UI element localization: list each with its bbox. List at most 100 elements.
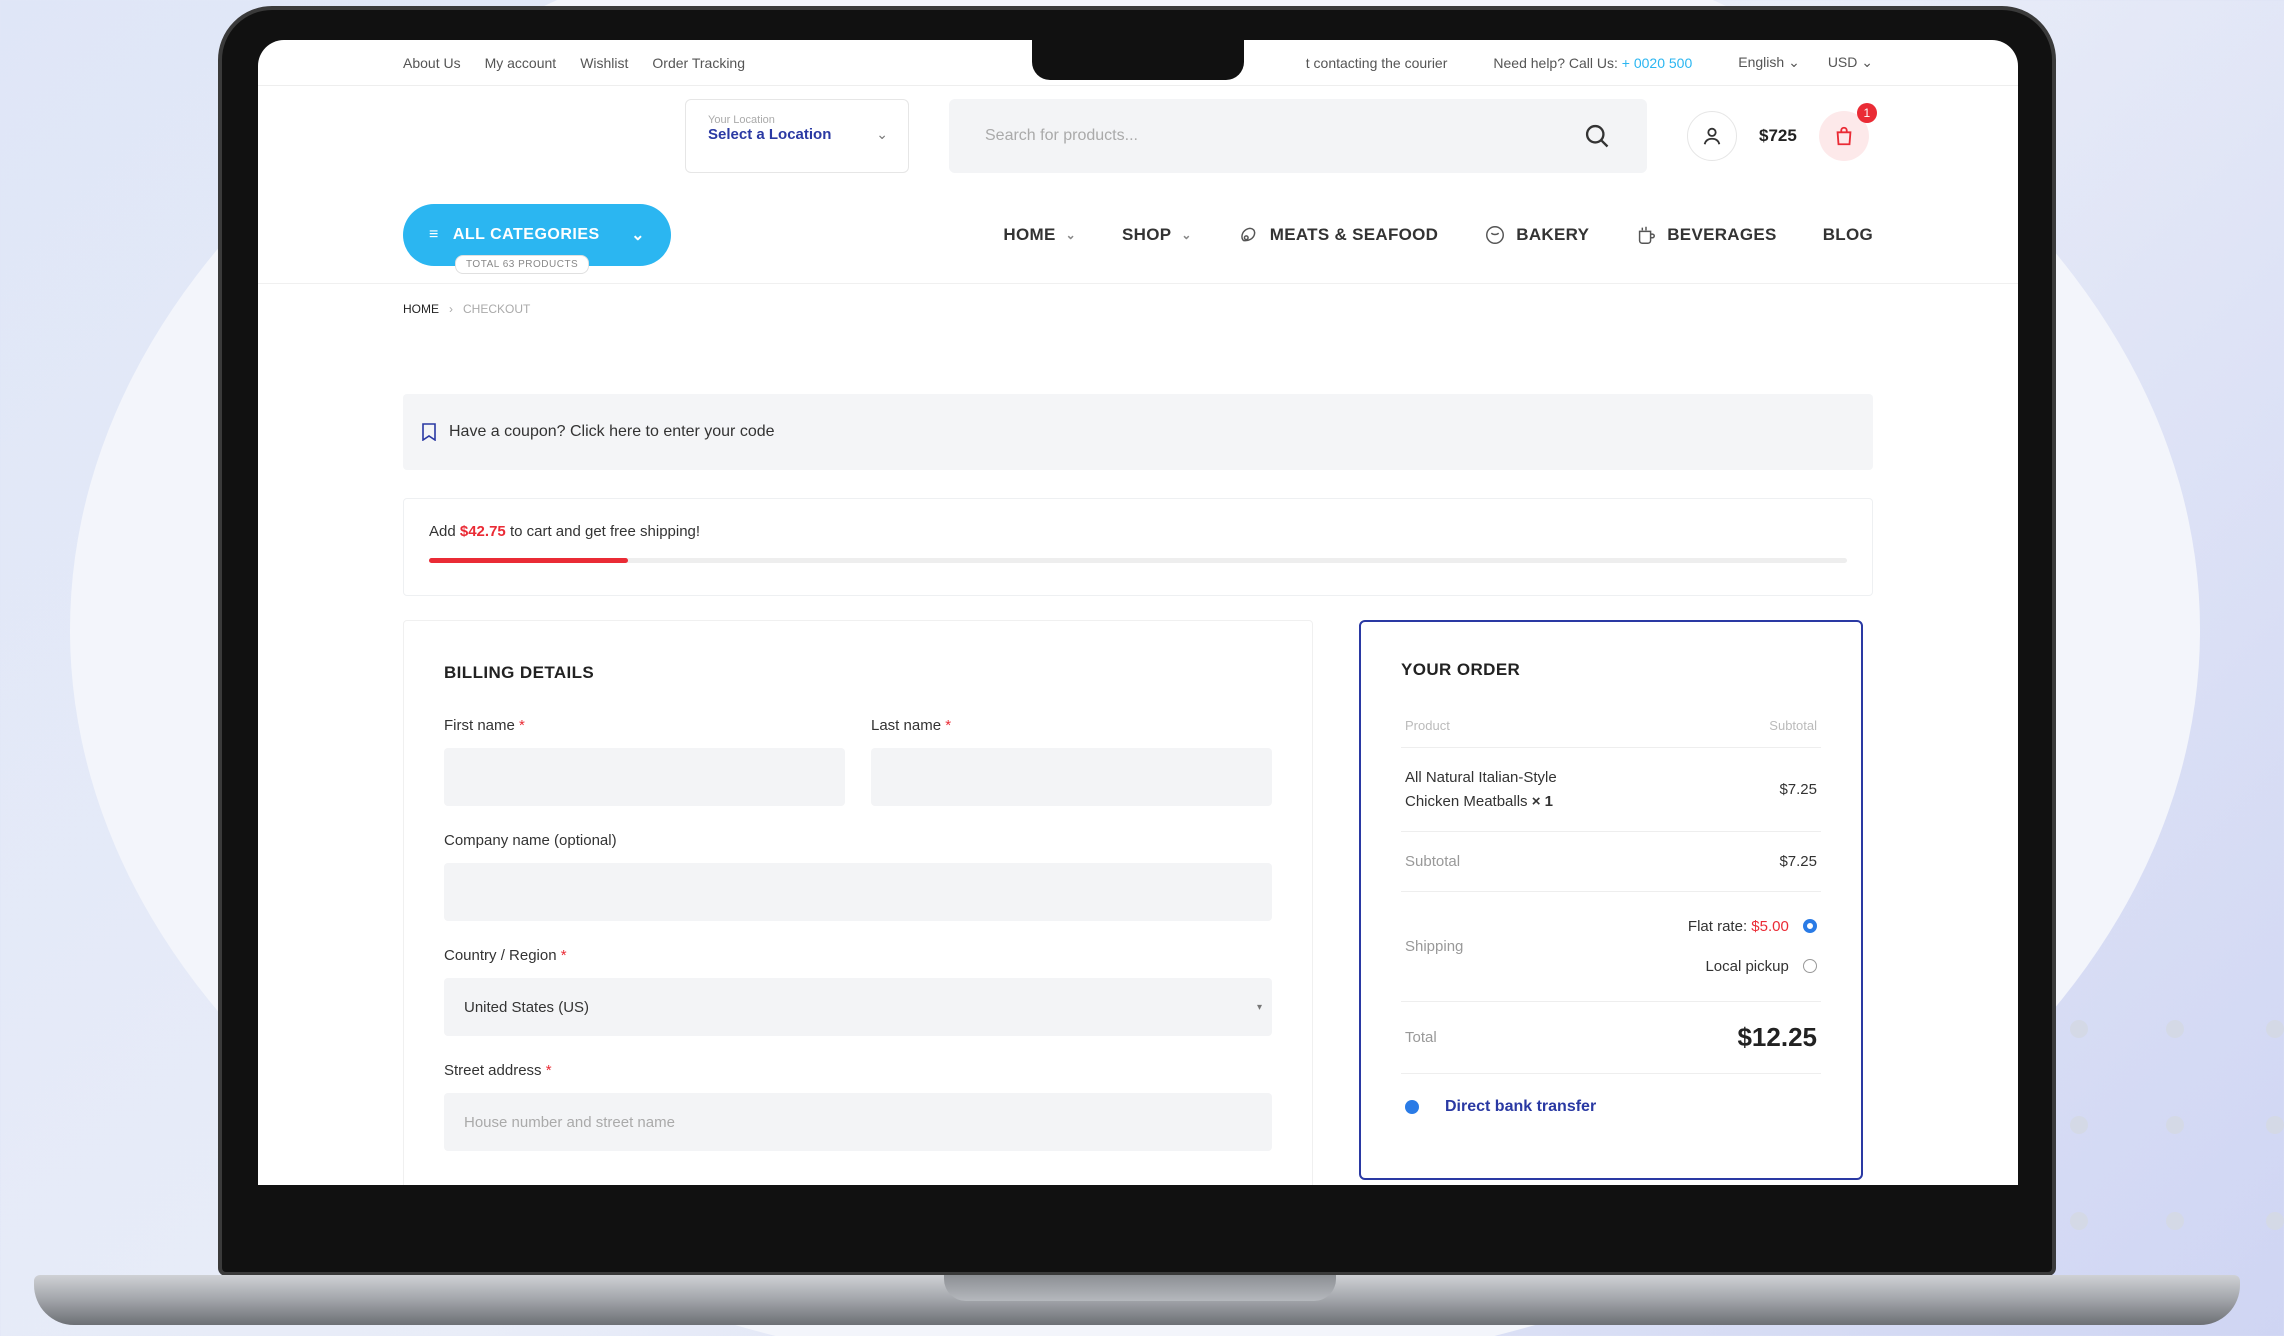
laptop-base-notch: [944, 1275, 1336, 1301]
nav-item-bakery[interactable]: BAKERY: [1484, 224, 1589, 246]
flat-rate-price: $5.00: [1751, 917, 1789, 935]
payment-option-bank-transfer[interactable]: Direct bank transfer: [1401, 1074, 1821, 1140]
last-name-label-text: Last name: [871, 717, 942, 734]
breadcrumb: HOME › CHECKOUT: [258, 284, 2018, 334]
street-placeholder: House number and street name: [464, 1113, 675, 1131]
laptop-screen: About Us My account Wishlist Order Track…: [258, 40, 2018, 1185]
street-address-field[interactable]: House number and street name: [444, 1093, 1272, 1151]
flat-rate-radio[interactable]: [1803, 918, 1817, 933]
nav-item-blog[interactable]: BLOG: [1823, 225, 1873, 245]
wishlist-link[interactable]: Wishlist: [580, 55, 628, 71]
breadcrumb-separator: ›: [449, 302, 453, 316]
shopping-bag-icon: [1836, 126, 1852, 146]
required-mark: *: [545, 1062, 552, 1079]
location-caption: Your Location: [708, 114, 775, 126]
nav-label: BAKERY: [1516, 224, 1590, 244]
first-name-group: First name *: [444, 717, 845, 806]
search-bar[interactable]: Search for products...: [949, 99, 1647, 173]
street-label-text: Street address: [444, 1062, 542, 1079]
caret-down-icon: ▾: [1256, 1001, 1262, 1013]
language-select[interactable]: English ⌄: [1738, 54, 1800, 71]
subtotal-value: $7.25: [1779, 853, 1817, 870]
subtotal-row: Subtotal $7.25: [1401, 832, 1821, 892]
currency-select[interactable]: USD ⌄: [1828, 54, 1873, 71]
last-name-field[interactable]: [871, 748, 1272, 806]
coupon-notice[interactable]: Have a coupon? Click here to enter your …: [403, 394, 1873, 470]
all-categories-button[interactable]: ≡ ALL CATEGORIES ⌄ TOTAL 63 PRODUCTS: [403, 203, 671, 274]
phone-link[interactable]: + 0020 500: [1622, 55, 1692, 71]
first-name-field[interactable]: [444, 748, 845, 806]
order-summary: YOUR ORDER Product Subtotal All Natural …: [1359, 620, 1863, 1180]
free-shipping-box: Add $42.75 to cart and get free shipping…: [403, 498, 1873, 596]
product-column-header: Product: [1405, 718, 1450, 733]
total-value: $12.25: [1737, 1022, 1817, 1052]
order-table-header: Product Subtotal: [1401, 718, 1821, 748]
company-group: Company name (optional): [444, 832, 1272, 921]
local-pickup-radio[interactable]: [1803, 958, 1817, 973]
main-nav: ≡ ALL CATEGORIES ⌄ TOTAL 63 PRODUCTS HOM…: [258, 186, 2018, 284]
total-label: Total: [1405, 1029, 1437, 1046]
help-prefix: Need help? Call Us:: [1493, 54, 1618, 71]
payment-radio[interactable]: [1405, 1100, 1419, 1114]
country-value: United States (US): [464, 998, 590, 1016]
subtotal-column-header: Subtotal: [1769, 718, 1817, 733]
user-icon: [1703, 127, 1721, 145]
billing-details: BILLING DETAILS First name * Last name *: [403, 620, 1313, 1185]
company-label: Company name (optional): [444, 832, 617, 849]
nav-label: BEVERAGES: [1667, 224, 1777, 244]
chevron-down-icon: ⌄: [631, 226, 645, 244]
cart-total: $725: [1759, 126, 1797, 145]
site-header: Your Location Select a Location ⌄ Search…: [258, 86, 2018, 186]
flat-rate-label: Flat rate:: [1687, 917, 1748, 935]
search-icon[interactable]: [1583, 122, 1611, 150]
order-item-row: All Natural Italian-Style Chicken Meatba…: [1401, 748, 1821, 832]
free-shipping-amount: $42.75: [459, 523, 506, 540]
order-item-qty: × 1: [1531, 792, 1554, 810]
decorative-dots: [2070, 1020, 2284, 1240]
shipping-label: Shipping: [1405, 938, 1464, 955]
total-products-badge: TOTAL 63 PRODUCTS: [455, 254, 590, 274]
breadcrumb-home[interactable]: HOME: [403, 302, 439, 316]
free-shipping-prefix: Add: [429, 523, 456, 540]
bakery-icon: [1486, 225, 1505, 244]
nav-item-meats-seafood[interactable]: MEATS & SEAFOOD: [1238, 224, 1439, 246]
first-name-label: First name *: [444, 717, 845, 734]
street-group: Street address * House number and street…: [444, 1062, 1272, 1151]
cart-button[interactable]: 1: [1818, 103, 1877, 161]
order-item-price: $7.25: [1779, 781, 1817, 798]
search-input[interactable]: Search for products...: [985, 127, 1583, 145]
total-row: Total $12.25: [1401, 1002, 1821, 1074]
camera-notch: [1032, 40, 1244, 80]
meat-icon: [1240, 227, 1256, 241]
required-mark: *: [560, 947, 567, 964]
courier-notice: t contacting the courier: [1305, 54, 1448, 71]
location-value: Select a Location: [708, 126, 832, 143]
chevron-down-icon: ⌄: [876, 126, 888, 142]
nav-item-beverages[interactable]: BEVERAGES: [1635, 224, 1776, 246]
bookmark-icon: [422, 423, 436, 441]
chevron-down-icon: ⌄: [1181, 227, 1192, 242]
location-selector[interactable]: Your Location Select a Location ⌄: [685, 99, 909, 173]
payment-method-label: Direct bank transfer: [1445, 1098, 1597, 1115]
about-us-link[interactable]: About Us: [403, 55, 461, 71]
company-field[interactable]: [444, 863, 1272, 921]
subtotal-label: Subtotal: [1405, 853, 1461, 870]
nav-label: BLOG: [1822, 224, 1873, 244]
first-name-label-text: First name: [444, 717, 515, 734]
order-title: YOUR ORDER: [1401, 660, 1521, 679]
shipping-row: Shipping Flat rate: $5.00 Local pickup: [1401, 892, 1821, 1002]
free-shipping-suffix: to cart and get free shipping!: [509, 523, 701, 540]
account-button[interactable]: [1687, 111, 1737, 161]
help-text: Need help? Call Us: + 0020 500: [1493, 55, 1692, 71]
flat-rate-option[interactable]: Flat rate: $5.00: [1688, 907, 1817, 947]
my-account-link[interactable]: My account: [485, 55, 557, 71]
local-pickup-option[interactable]: Local pickup: [1688, 947, 1817, 987]
nav-item-home[interactable]: HOME ⌄: [1003, 225, 1076, 245]
order-tracking-link[interactable]: Order Tracking: [652, 55, 745, 71]
last-name-label: Last name *: [871, 717, 1272, 734]
all-categories-label: ALL CATEGORIES: [452, 225, 600, 243]
free-shipping-text: Add $42.75 to cart and get free shipping…: [429, 523, 1847, 540]
nav-label: SHOP: [1121, 224, 1172, 244]
nav-item-shop[interactable]: SHOP ⌄: [1122, 225, 1192, 245]
country-select[interactable]: United States (US) ▾: [444, 978, 1272, 1036]
